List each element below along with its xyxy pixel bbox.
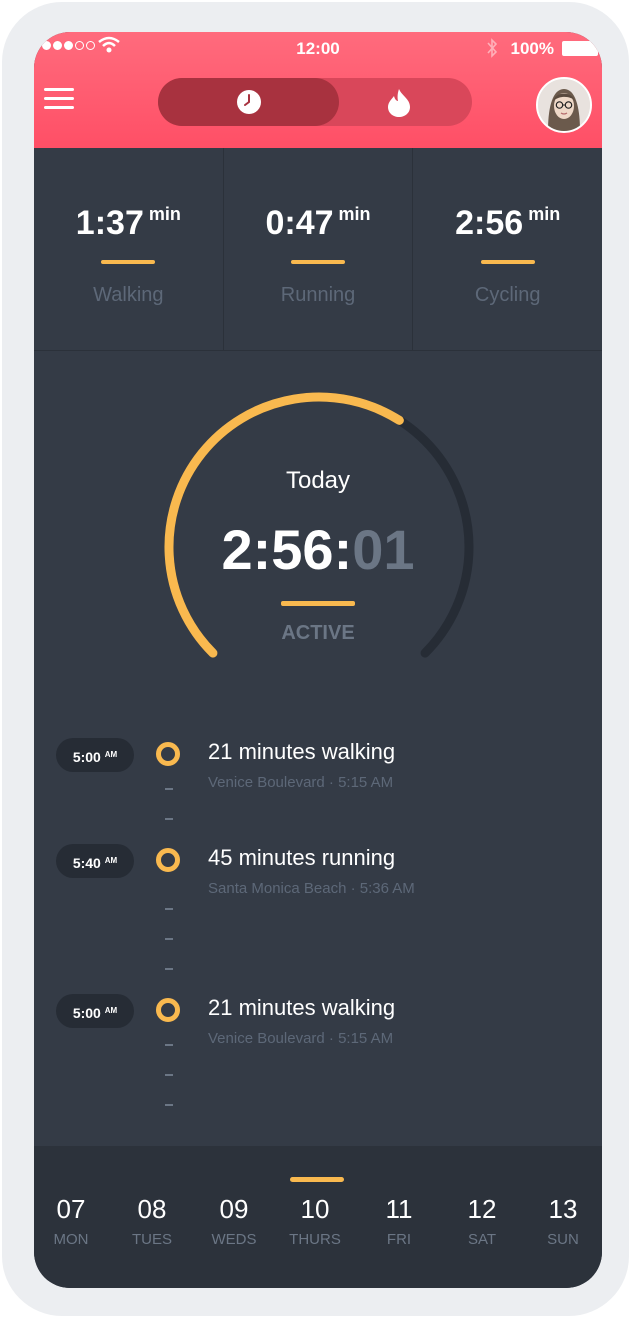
day-thurs[interactable]: 10 THURS [275, 1194, 355, 1248]
timeline-title: 21 minutes walking [208, 739, 396, 764]
timeline-dash [165, 1044, 173, 1046]
timeline-item[interactable]: 5:40 AM 45 minutes running Santa Monica … [34, 842, 602, 897]
day-number: 09 [219, 1194, 249, 1224]
day-name: MON [53, 1231, 89, 1248]
status-bar: 12:00 100% [34, 36, 602, 60]
avatar[interactable] [536, 77, 592, 133]
stat-value: 0:47 min [265, 204, 371, 242]
dial-title: Today [285, 467, 351, 494]
time-pill: 5:40 AM [56, 844, 134, 878]
timeline-subtitle: Santa Monica Beach · 5:36 AM [208, 880, 415, 897]
stat-value: 1:37 min [75, 204, 181, 242]
profile-photo [538, 79, 590, 131]
timeline-title: 45 minutes running [208, 845, 396, 870]
menu-icon[interactable] [44, 88, 74, 115]
clock-icon[interactable] [236, 89, 262, 115]
battery-percent: 100% [510, 39, 554, 58]
stat-underline [291, 260, 345, 264]
day-name: THURS [289, 1231, 341, 1248]
stat-label: Running [280, 284, 356, 306]
app-header: 12:00 100% [34, 32, 602, 148]
timeline-item[interactable]: 5:00 AM 21 minutes walking Venice Boulev… [34, 736, 602, 791]
flame-icon[interactable] [386, 88, 412, 118]
time-pill: 5:00 AM [56, 738, 134, 772]
timeline-node-icon [156, 848, 180, 872]
day-number: 11 [385, 1194, 413, 1224]
day-name: WEDS [211, 1231, 257, 1248]
timeline-dash [165, 818, 173, 820]
timeline-subtitle: Venice Boulevard · 5:15 AM [208, 774, 394, 791]
dial-status: ACTIVE [281, 622, 355, 644]
timeline-dash [165, 938, 173, 940]
day-number: 08 [137, 1194, 167, 1224]
stat-underline [101, 260, 156, 264]
day-sat[interactable]: 12 SAT [442, 1194, 522, 1248]
activity-stats: 1:37 min Walking 0:47 min Running 2:56 min … [34, 148, 602, 351]
timeline-dash [165, 968, 173, 970]
timeline-node-icon [156, 998, 180, 1022]
time-pill: 5:00 AM [56, 994, 134, 1028]
day-fri[interactable]: 11 FRI [359, 1194, 439, 1248]
week-selector: 07 MON 08 TUES 09 WEDS 10 THURS 11 FRI 1… [34, 1146, 602, 1288]
day-tues[interactable]: 08 TUES [112, 1194, 192, 1248]
stat-walking[interactable]: 1:37 min Walking [34, 148, 224, 350]
bluetooth-icon [487, 38, 498, 58]
timeline-node-icon [156, 742, 180, 766]
timeline-item[interactable]: 5:00 AM 21 minutes walking Venice Boulev… [34, 992, 602, 1047]
day-number: 12 [467, 1194, 497, 1224]
screen: 12:00 100% 1:37 min Walking 0:47 min Run… [34, 32, 602, 1288]
timeline-dash [165, 1104, 173, 1106]
day-sun[interactable]: 13 SUN [523, 1194, 602, 1248]
timeline-title: 21 minutes walking [208, 995, 396, 1020]
stat-value: 2:56 min [455, 204, 561, 242]
stat-underline [480, 260, 535, 264]
timeline-dash [165, 908, 173, 910]
day-name: TUES [131, 1231, 172, 1248]
day-name: FRI [386, 1231, 412, 1248]
stat-running[interactable]: 0:47 min Running [224, 148, 414, 350]
day-mon[interactable]: 07 MON [34, 1194, 111, 1248]
timeline-subtitle: Venice Boulevard · 5:15 AM [208, 1030, 394, 1047]
day-weds[interactable]: 09 WEDS [194, 1194, 274, 1248]
day-name: SAT [467, 1231, 497, 1248]
day-number: 07 [56, 1194, 86, 1224]
battery-icon [562, 41, 598, 56]
stat-label: Cycling [474, 284, 541, 306]
timeline-dash [165, 788, 173, 790]
mode-toggle[interactable] [158, 78, 472, 126]
selected-day-indicator [290, 1177, 344, 1182]
dial-underline [281, 601, 355, 606]
stat-cycling[interactable]: 2:56 min Cycling [413, 148, 602, 350]
stat-label: Walking [93, 284, 164, 306]
day-number: 13 [548, 1194, 578, 1224]
phone-frame: 12:00 100% 1:37 min Walking 0:47 min Run… [2, 2, 629, 1316]
active-time: 2:56:01 [221, 518, 415, 581]
day-name: SUN [547, 1231, 579, 1248]
day-number: 10 [300, 1194, 330, 1224]
timeline-dash [165, 1074, 173, 1076]
